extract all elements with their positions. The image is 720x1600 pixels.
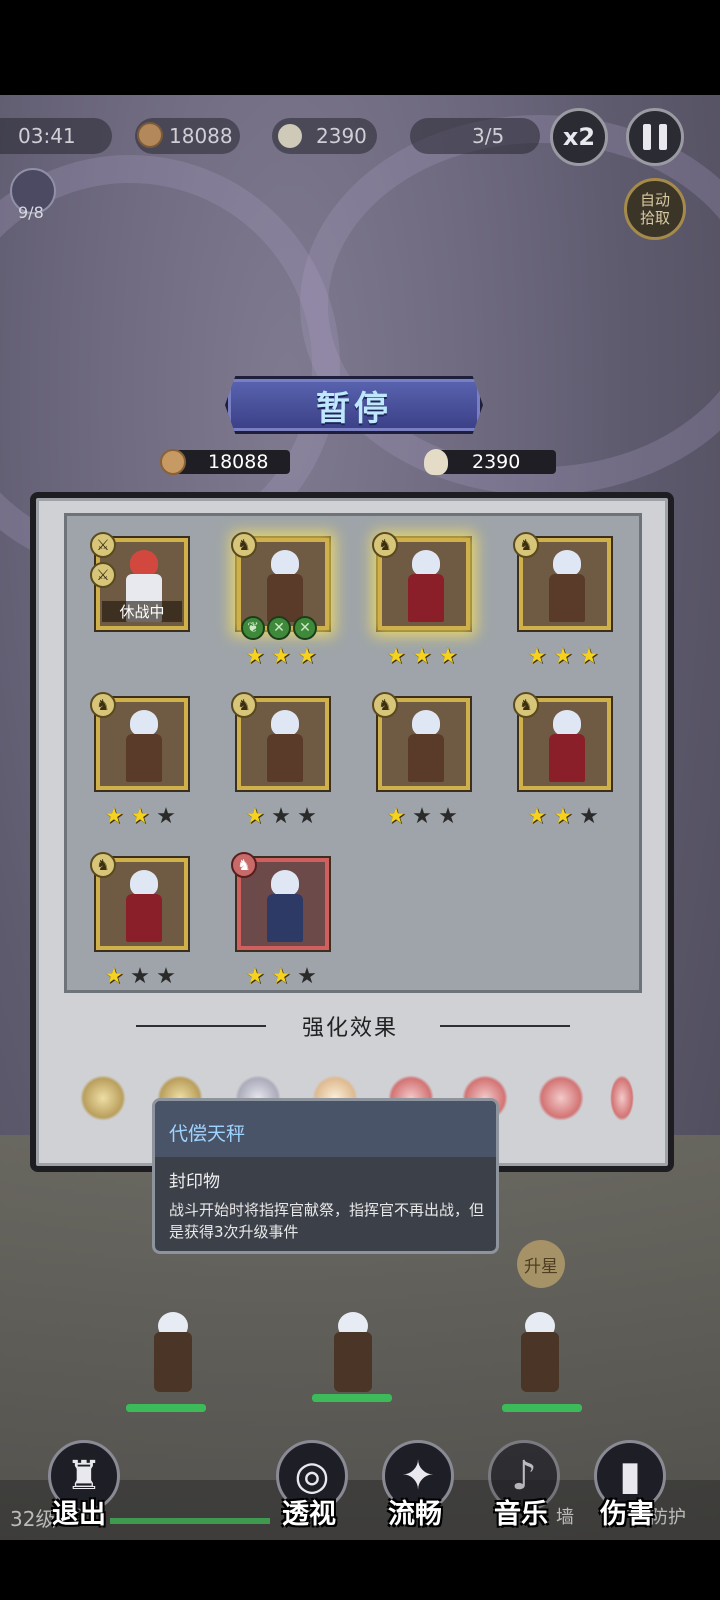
hero-sprite — [122, 870, 166, 944]
skill-slots: ❦ ✕ ✕ — [241, 616, 317, 640]
hero-card[interactable]: ♞ — [90, 852, 188, 950]
enhance-title: 强化效果 — [301, 1016, 398, 1041]
star-rating: ★ ★ ★ — [104, 964, 176, 989]
field-hero[interactable] — [318, 1312, 388, 1402]
dragon-icon: ♞ — [231, 852, 257, 878]
wave-counter: 3/5 — [410, 118, 540, 154]
player-level: 32级 — [10, 1507, 56, 1531]
hero-card-rare[interactable]: ♞ — [231, 852, 329, 950]
tooltip-subtitle: 封印物 — [169, 1172, 220, 1192]
upgrade-star-button[interactable]: 升星 — [517, 1240, 565, 1288]
heal-drop-icon[interactable] — [538, 1075, 584, 1121]
hero-sprite — [545, 550, 589, 624]
speed-button[interactable]: x2 — [550, 108, 608, 166]
puppet-effect-icon[interactable] — [80, 1075, 126, 1121]
cross-icon: ✕ — [293, 616, 317, 640]
skull-counter: 2390 — [438, 450, 556, 474]
coin-counter: 18088 — [172, 450, 290, 474]
skull-icon — [278, 124, 302, 148]
hero-card[interactable]: ♞ — [90, 692, 188, 790]
dragon-icon: ♞ — [231, 692, 257, 718]
tooltip-title: 代偿天秤 — [169, 1123, 246, 1145]
star-rating: ★ ★ ★ — [527, 644, 599, 669]
pause-title-banner: 暂停 — [225, 376, 483, 434]
resting-label: 休战中 — [102, 601, 182, 622]
hero-card[interactable]: ♞ — [372, 532, 470, 630]
xray-label: 透视 — [282, 1499, 336, 1530]
star-rating: ★ ★ ★ — [386, 644, 458, 669]
star-rating: ★ ★ ★ — [104, 804, 176, 829]
wall-label: 墙 — [556, 1507, 574, 1528]
star-rating: ★ ★ ★ — [245, 644, 317, 669]
dragon-icon: ♞ — [90, 852, 116, 878]
hero-card[interactable]: ♞ ❦ ✕ ✕ — [231, 532, 329, 640]
hero-card[interactable]: ⚔ ⚔ 休战中 — [90, 532, 188, 630]
leaf-icon: ❦ — [241, 616, 265, 640]
damage-label: 伤害 — [600, 1499, 654, 1530]
hero-sprite — [404, 550, 448, 624]
coin-icon — [137, 122, 163, 148]
exit-label: 退出 — [52, 1499, 106, 1530]
health-bar — [502, 1404, 582, 1412]
hero-sprite — [263, 550, 307, 624]
hero-sprite — [122, 710, 166, 784]
hero-card[interactable]: ♞ — [513, 532, 611, 630]
hero-card[interactable]: ♞ — [513, 692, 611, 790]
coin-icon — [160, 449, 186, 475]
commander-count: 9/8 — [18, 203, 44, 222]
hero-card[interactable]: ♞ — [231, 692, 329, 790]
skull-icon — [424, 449, 448, 475]
navigation-bar-area — [0, 1540, 720, 1600]
divider-left — [136, 1025, 266, 1027]
hero-card[interactable]: ♞ — [372, 692, 470, 790]
hero-sprite — [263, 710, 307, 784]
tooltip-description: 战斗开始时将指挥官献祭，指挥官不再出战，但是获得3次升级事件 — [169, 1201, 485, 1241]
cross-icon: ✕ — [267, 616, 291, 640]
effect-tooltip: 代偿天秤 封印物 战斗开始时将指挥官献祭，指挥官不再出战，但是获得3次升级事件 — [152, 1098, 499, 1254]
health-bar — [312, 1394, 392, 1402]
dragon-icon: ♞ — [372, 532, 398, 558]
hud-coins: 18088 — [135, 118, 240, 154]
guard-label: 防护 — [650, 1507, 686, 1528]
status-bar-area — [0, 0, 720, 95]
divider-right — [440, 1025, 570, 1027]
xp-bar — [110, 1518, 270, 1524]
hero-sprite — [263, 870, 307, 944]
star-rating: ★ ★ ★ — [245, 964, 317, 989]
star-rating: ★ ★ ★ — [527, 804, 599, 829]
hero-sprite — [545, 710, 589, 784]
field-hero[interactable] — [138, 1312, 208, 1402]
dragon-icon: ♞ — [513, 532, 539, 558]
dragon-icon: ♞ — [90, 692, 116, 718]
star-rating: ★ ★ ★ — [245, 804, 317, 829]
star-rating: ★ ★ ★ — [386, 804, 458, 829]
timer-display: 03:41 — [0, 118, 112, 154]
pause-button[interactable] — [626, 108, 684, 166]
dragon-icon: ♞ — [372, 692, 398, 718]
attack-up-icon[interactable] — [610, 1075, 634, 1121]
auto-pick-button[interactable]: 自动拾取 — [624, 178, 686, 240]
health-bar — [126, 1404, 206, 1412]
sword-icon: ⚔ — [90, 532, 116, 558]
field-hero[interactable] — [505, 1312, 575, 1402]
hud-kills: 2390 — [272, 118, 377, 154]
music-label: 音乐 — [494, 1499, 548, 1530]
dragon-icon: ♞ — [513, 692, 539, 718]
dragon-icon: ♞ — [231, 532, 257, 558]
hero-sprite — [404, 710, 448, 784]
sword-icon: ⚔ — [90, 562, 116, 588]
pause-title: 暂停 — [316, 388, 392, 429]
smooth-label: 流畅 — [388, 1499, 442, 1530]
